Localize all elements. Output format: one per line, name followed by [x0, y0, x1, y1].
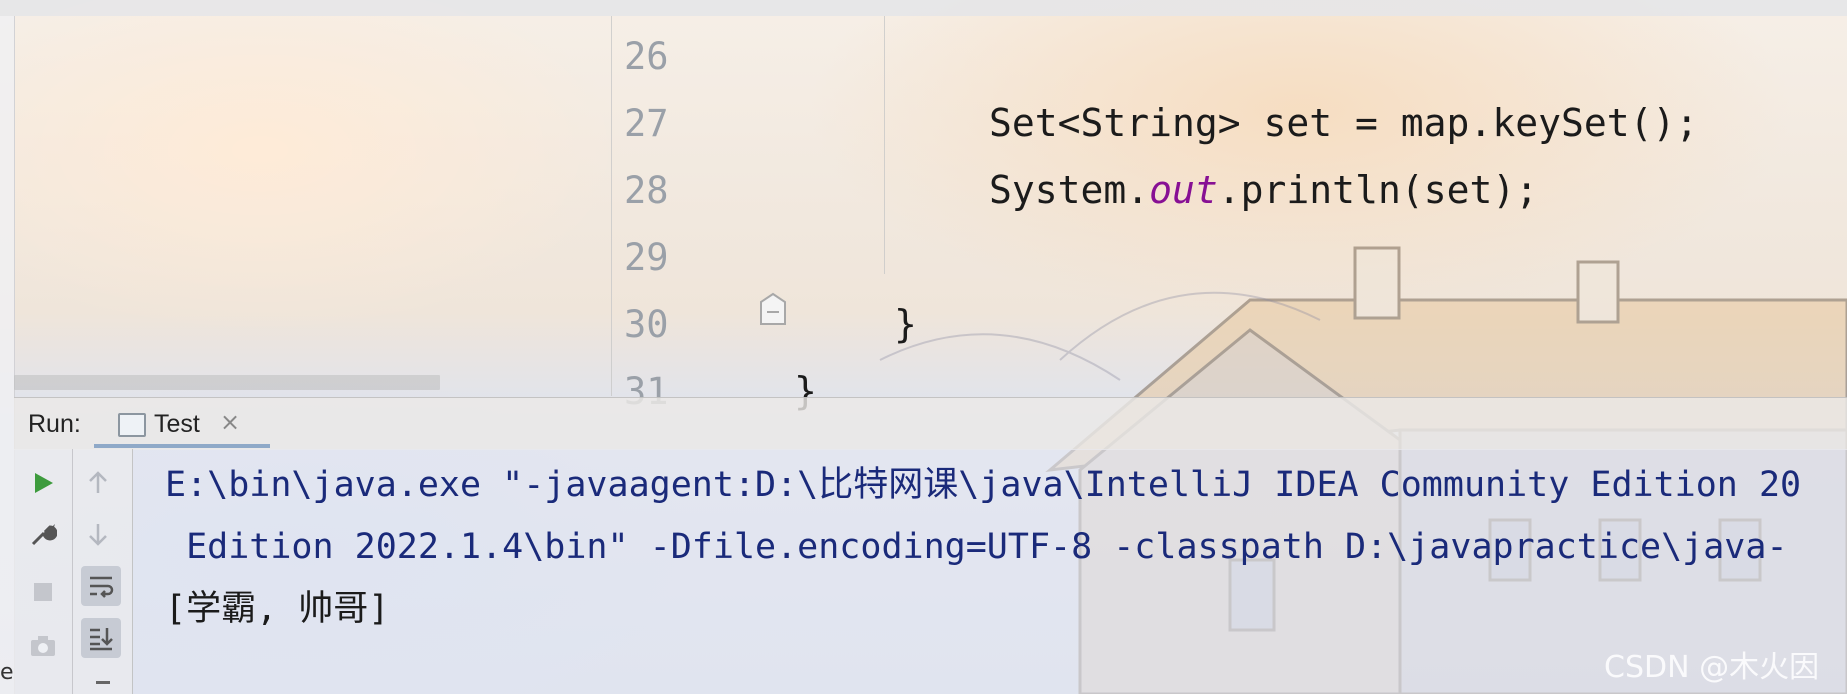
code-line-27[interactable]: Set<String> set = map.keySet();	[989, 90, 1698, 157]
line-number: 30	[624, 303, 669, 346]
line-number: 26	[624, 35, 669, 78]
csdn-watermark: CSDN @木火因	[1604, 650, 1820, 685]
up-arrow-icon[interactable]	[78, 463, 118, 503]
line-number: 29	[624, 236, 669, 279]
console-line: E:\bin\java.exe "-javaagent:D:\比特网课\java…	[165, 465, 1802, 505]
soft-wrap-icon[interactable]	[81, 566, 121, 606]
code-text: System.	[989, 168, 1150, 212]
top-tab-strip	[0, 0, 1847, 16]
toolbar-more-indicator	[96, 681, 110, 684]
down-arrow-icon[interactable]	[78, 514, 118, 554]
camera-icon[interactable]	[23, 626, 63, 666]
line-number: 28	[624, 169, 669, 212]
console-line: Edition 2022.1.4\bin" -Dfile.encoding=UT…	[165, 527, 1788, 567]
tab-test[interactable]: Test ×	[94, 398, 270, 450]
static-field-out: out	[1149, 168, 1218, 212]
gutter-divider	[611, 16, 612, 396]
code-editor[interactable]: 26 27 28 29 30 31 Set<String> set = map.…	[14, 16, 1847, 413]
indent-guide	[884, 16, 885, 274]
run-icon[interactable]	[23, 463, 63, 503]
run-panel-header: Run: Test ×	[14, 397, 1847, 450]
toolbar-divider	[72, 449, 73, 694]
horizontal-scrollbar[interactable]	[14, 375, 440, 390]
code-line-28[interactable]: System.out.println(set);	[989, 157, 1538, 224]
line-number: 27	[624, 102, 669, 145]
run-label: Run:	[28, 410, 81, 438]
tab-label: Test	[154, 410, 200, 438]
console-output[interactable]: E:\bin\java.exe "-javaagent:D:\比特网课\java…	[133, 449, 1847, 694]
stop-icon[interactable]	[23, 572, 63, 612]
fold-collapse-icon[interactable]	[759, 292, 787, 326]
left-tool-strip	[0, 16, 15, 694]
wrench-icon[interactable]	[23, 514, 63, 554]
console-tab-icon	[118, 413, 146, 437]
scroll-to-end-icon[interactable]	[81, 618, 121, 658]
close-icon[interactable]: ×	[220, 408, 240, 436]
run-toolbar	[14, 449, 133, 694]
console-line: [学霸, 帅哥]	[165, 589, 390, 629]
active-tab-indicator	[94, 444, 270, 448]
left-edge-glyph: e	[0, 660, 14, 685]
ide-window: 26 27 28 29 30 31 Set<String> set = map.…	[0, 0, 1847, 694]
code-line-30[interactable]: }	[894, 291, 917, 358]
code-text: .println(set);	[1217, 168, 1539, 212]
